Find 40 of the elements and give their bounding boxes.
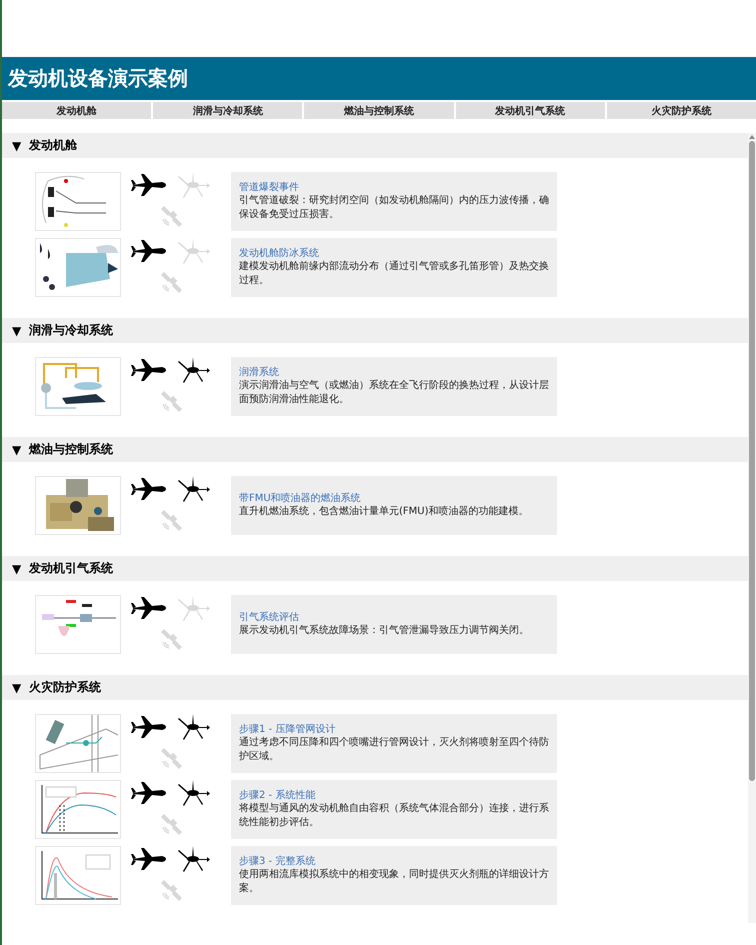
toggle-marker[interactable]: ▼ (12, 324, 22, 338)
section-title: 燃油与控制系统 (29, 441, 114, 458)
toggle-marker[interactable]: ▼ (12, 138, 22, 152)
tab[interactable]: 燃油与控制系统 (304, 102, 454, 119)
toggle-marker[interactable]: ▼ (12, 562, 22, 576)
page-title: 发动机设备演示案例 (2, 57, 756, 100)
tab[interactable]: 发动机引气系统 (456, 102, 605, 119)
case-title[interactable]: 发动机舱防冰系统 (239, 247, 549, 260)
case-title[interactable]: 引气系统评估 (239, 611, 549, 624)
toggle-marker[interactable]: ▼ (12, 442, 22, 456)
section-header[interactable]: ▼ 发动机引气系统 (2, 556, 748, 581)
case-description: 通过考虑不同压降和四个喷嘴进行管网设计，灭火剂将喷射至四个待防护区域。 (239, 736, 549, 764)
case-description: 展示发动机引气系统故障场景：引气管泄漏导致压力调节阀关闭。 (239, 624, 530, 638)
tab[interactable]: 润滑与冷却系统 (153, 102, 302, 119)
case-description: 直升机燃油系统，包含燃油计量单元(FMU)和喷油器的功能建模。 (239, 505, 530, 519)
case-title[interactable]: 步骤2 - 系统性能 (239, 789, 549, 802)
tab[interactable]: 火灾防护系统 (606, 102, 756, 119)
case-title[interactable]: 管道爆裂事件 (239, 181, 549, 194)
scroll-thumb[interactable] (749, 141, 755, 781)
case-description: 建模发动机舱前缘内部流动分布（通过引气管或多孔笛形管）及热交换过程。 (239, 260, 549, 288)
section-header[interactable]: ▼ 燃油与控制系统 (2, 437, 748, 462)
case-description: 使用两相流库模拟系统中的相变现象，同时提供灭火剂瓶的详细设计方案。 (239, 868, 549, 896)
section-title: 发动机引气系统 (29, 560, 114, 577)
section-header[interactable]: ▼ 火灾防护系统 (2, 675, 748, 700)
case-title[interactable]: 步骤3 - 完整系统 (239, 855, 549, 868)
section-title: 润滑与冷却系统 (29, 322, 114, 339)
case-title[interactable]: 步骤1 - 压降管网设计 (239, 723, 549, 736)
case-description: 演示润滑油与空气（或燃油）系统在全飞行阶段的换热过程，从设计层面预防润滑油性能退化。 (239, 379, 549, 407)
scroll-up-icon[interactable] (748, 133, 756, 141)
case-description: 引气管道破裂：研究封闭空间（如发动机舱隔间）内的压力波传播，确保设备免受过压损害。 (239, 194, 549, 222)
case-title[interactable]: 润滑系统 (239, 366, 549, 379)
section-title: 火灾防护系统 (29, 679, 102, 696)
case-title[interactable]: 带FMU和喷油器的燃油系统 (239, 492, 549, 505)
section-title: 发动机舱 (29, 137, 78, 154)
scrollbar[interactable] (748, 133, 756, 923)
case-description: 将模型与通风的发动机舱自由容积（系统气体混合部分）连接，进行系统性能初步评估。 (239, 802, 549, 830)
section-header[interactable]: ▼ 发动机舱 (2, 133, 748, 158)
toggle-marker[interactable]: ▼ (12, 680, 22, 694)
tab[interactable]: 发动机舱 (2, 102, 152, 119)
section-header[interactable]: ▼ 润滑与冷却系统 (2, 318, 748, 343)
